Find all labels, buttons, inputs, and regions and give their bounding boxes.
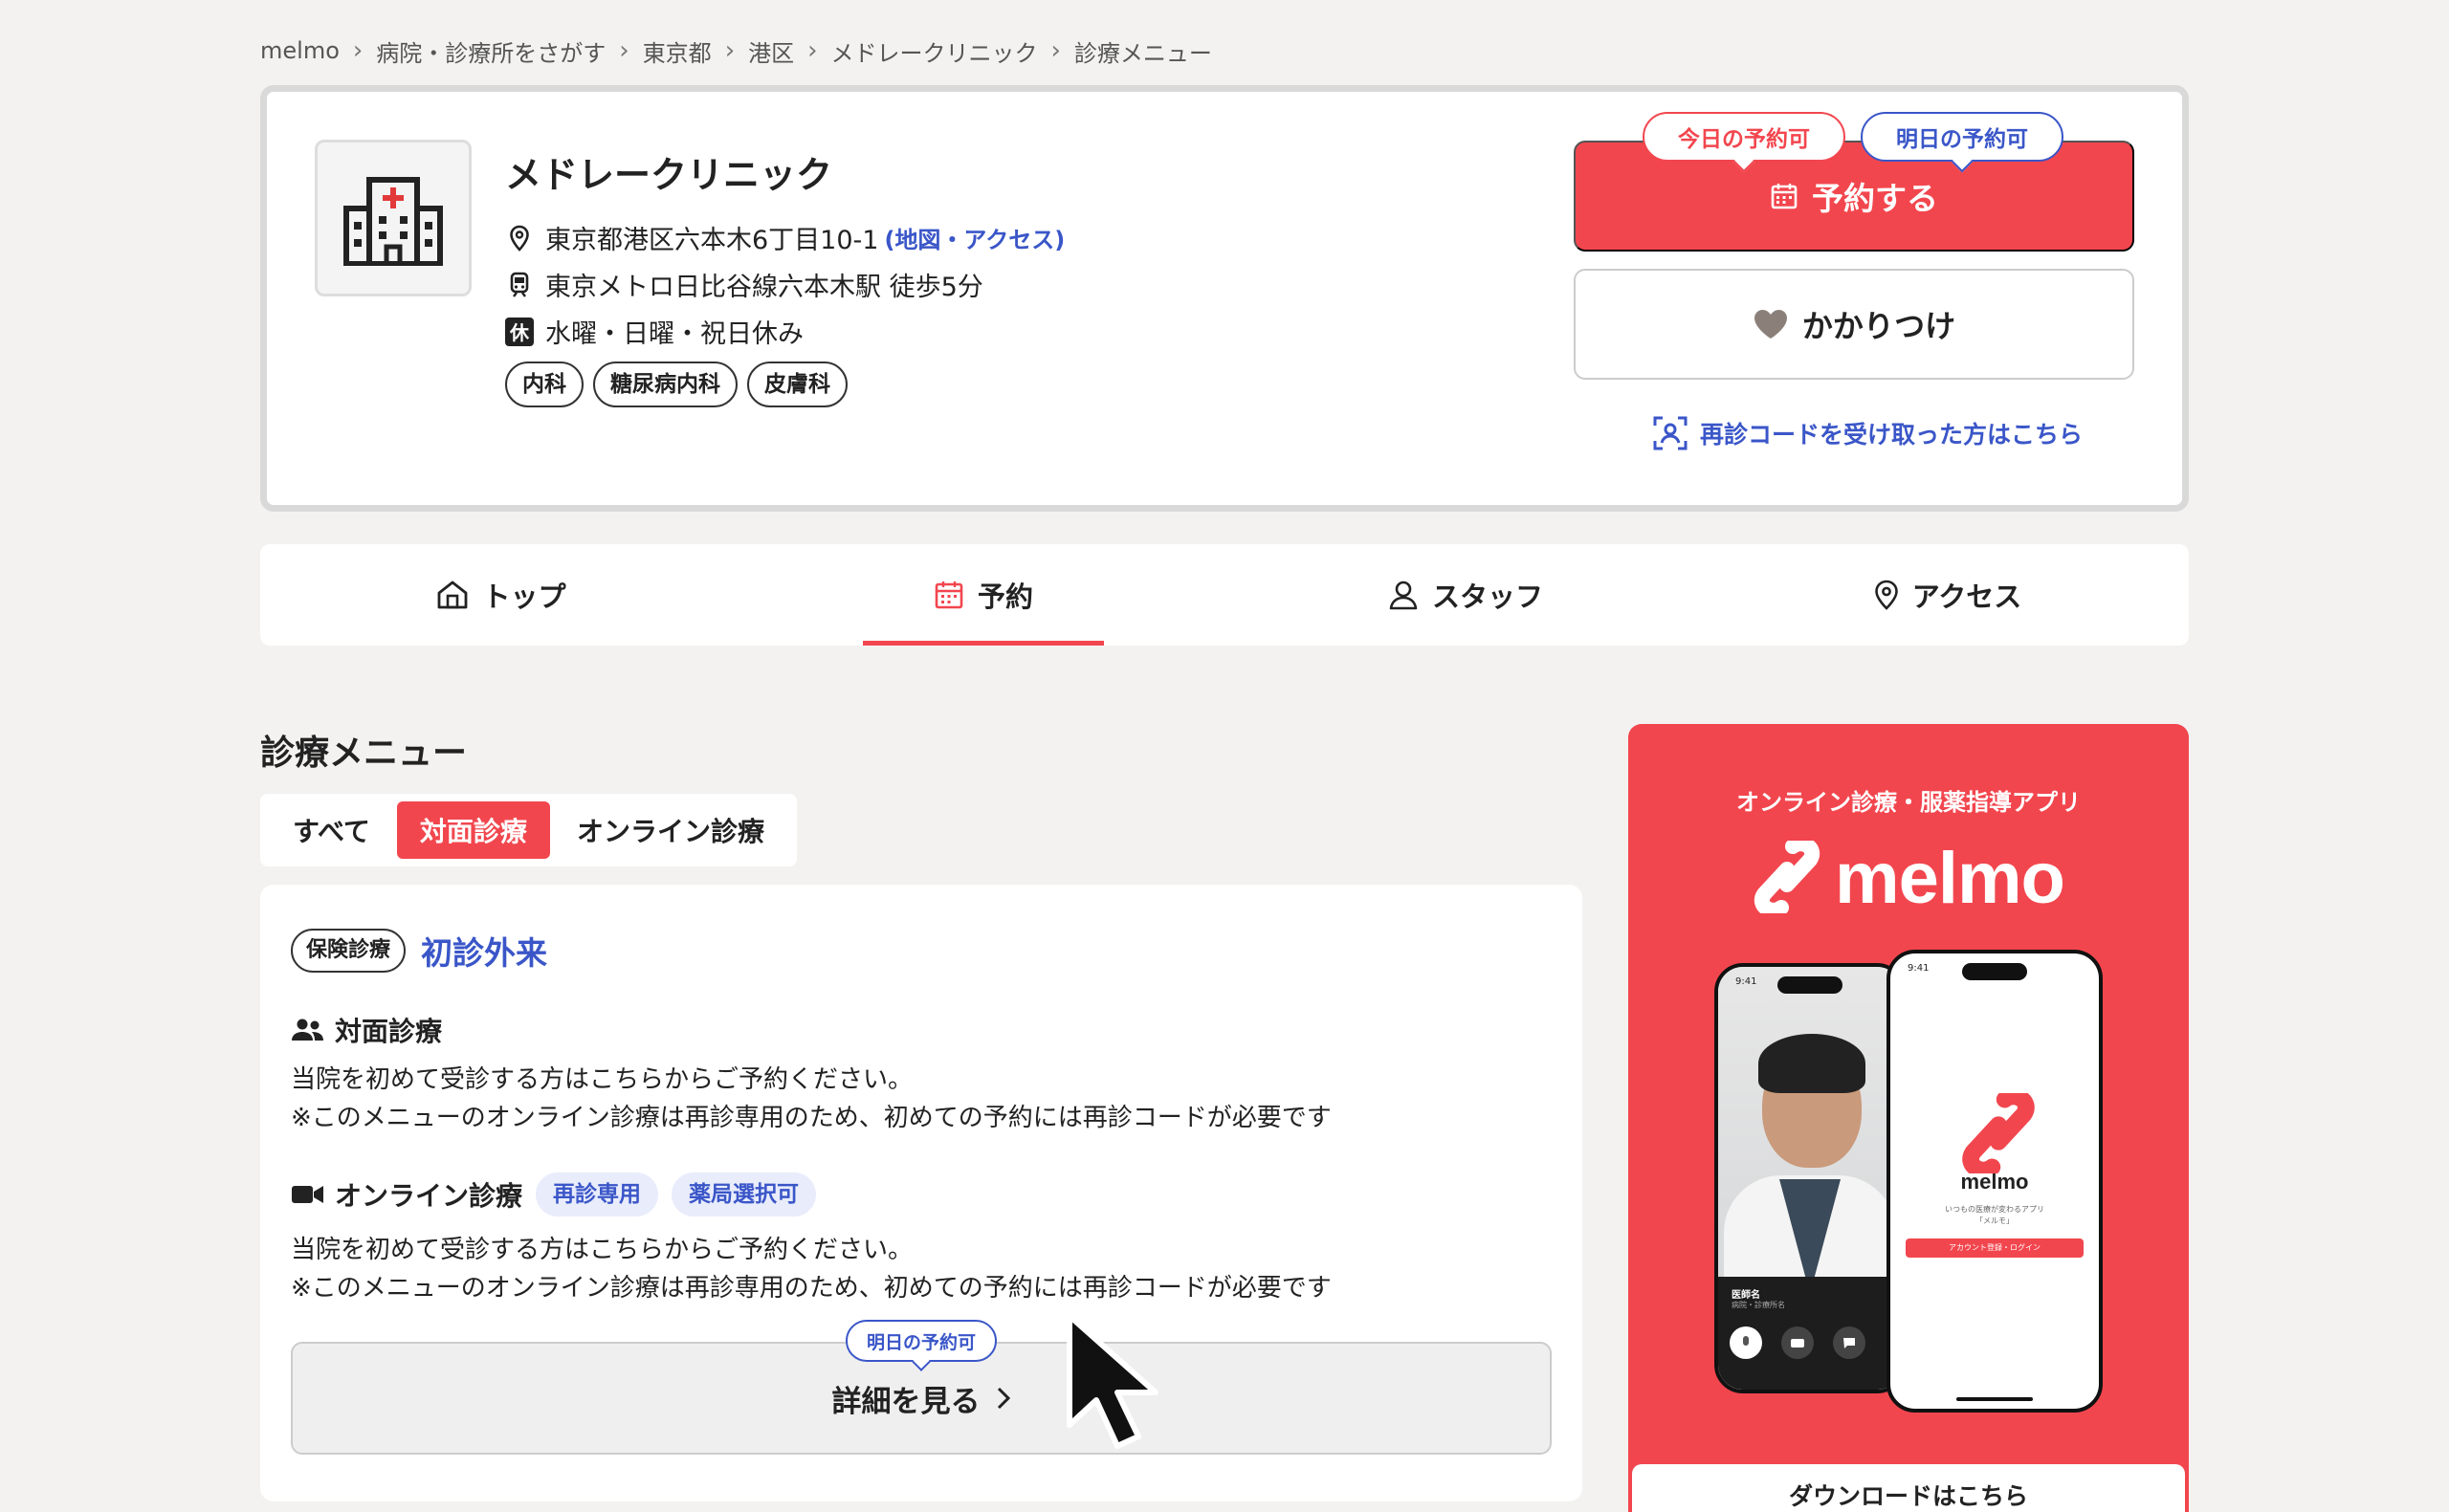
qr-person-icon bbox=[1652, 415, 1688, 451]
person-icon bbox=[1388, 580, 1419, 610]
online-description: 当院を初めて受診する方はこちらからご予約ください。 bbox=[291, 1236, 914, 1264]
filter-online[interactable]: オンライン診療 bbox=[554, 801, 787, 859]
department-tags: 内科 糖尿病内科 皮膚科 bbox=[505, 362, 848, 407]
menu-title[interactable]: 初診外来 bbox=[421, 928, 547, 974]
insurance-tag: 保険診療 bbox=[291, 929, 407, 973]
in-person-heading: 対面診療 bbox=[291, 1011, 442, 1049]
clinic-tabs: トップ 予約 スタッフ アクセス bbox=[260, 544, 2189, 646]
breadcrumb-current: 診療メニュー bbox=[1073, 39, 1212, 67]
chat-icon bbox=[1833, 1326, 1865, 1359]
train-icon bbox=[505, 271, 534, 299]
camera-icon bbox=[1781, 1326, 1814, 1359]
tomorrow-available-badge: 明日の予約可 bbox=[1861, 112, 2063, 162]
clinic-name-label: 病院・診療所名 bbox=[1732, 1301, 1785, 1309]
melmo-wordmark: melmo bbox=[1835, 838, 2065, 919]
tab-staff[interactable]: スタッフ bbox=[1224, 544, 1707, 646]
revisit-code-link-label: 再診コードを受け取った方はこちら bbox=[1700, 421, 2084, 449]
department-tag: 内科 bbox=[505, 362, 584, 407]
menu-card-header: 保険診療 初診外来 bbox=[291, 928, 547, 974]
doctor-name-label: 医師名 bbox=[1732, 1290, 1760, 1301]
call-controls: 医師名 病院・診療所名 bbox=[1718, 1277, 1902, 1390]
clinic-name: メドレークリニック bbox=[505, 154, 833, 196]
chevron-right-icon: › bbox=[619, 36, 629, 65]
pharmacy-selectable-chip: 薬局選択可 bbox=[672, 1172, 817, 1216]
melmo-logo-mark-icon bbox=[1955, 1087, 2041, 1179]
app-login-button: アカウント登録・ログイン bbox=[1906, 1238, 2084, 1258]
tab-label: スタッフ bbox=[1431, 581, 1543, 613]
clinic-address: 東京都港区六本木6丁目10-1 bbox=[545, 226, 879, 255]
tab-label: アクセス bbox=[1911, 581, 2022, 613]
filter-in-person[interactable]: 対面診療 bbox=[396, 801, 550, 859]
online-note: ※このメニューのオンライン診療は再診専用のため、初めての予約には再診コードが必要… bbox=[291, 1274, 1332, 1303]
phone-mockup-video-call: 9:41 医師名 病院・診療所名 bbox=[1714, 963, 1906, 1393]
view-details-label: 詳細を見る bbox=[831, 1384, 981, 1418]
closed-badge: 休 bbox=[505, 317, 534, 346]
video-camera-icon bbox=[291, 1182, 325, 1207]
revisit-only-chip: 再診専用 bbox=[536, 1172, 659, 1216]
breadcrumb-item[interactable]: 東京都 bbox=[643, 34, 712, 68]
download-link[interactable]: ダウンロードはこちら bbox=[1632, 1464, 2185, 1512]
section-title: 診療メニュー bbox=[260, 734, 468, 773]
filter-all[interactable]: すべて bbox=[270, 801, 393, 859]
promo-tagline: オンライン診療・服薬指導アプリ bbox=[1736, 789, 2081, 816]
page: melmo › 病院・診療所をさがす › 東京都 › 港区 › メドレークリニッ… bbox=[0, 0, 2449, 1512]
favorite-button-label: かかりつけ bbox=[1801, 309, 1956, 343]
clinic-station: 東京メトロ日比谷線六本木駅 徒歩5分 bbox=[545, 273, 983, 302]
breadcrumb: melmo › 病院・診療所をさがす › 東京都 › 港区 › メドレークリニッ… bbox=[260, 34, 1212, 67]
people-icon bbox=[291, 1018, 325, 1042]
chevron-right-icon: › bbox=[724, 36, 736, 65]
app-tagline: いつもの医療が変わるアプリ bbox=[1945, 1205, 2044, 1214]
melmo-logo: melmo bbox=[1749, 835, 2065, 920]
tab-label: トップ bbox=[482, 581, 566, 613]
closed-days: 水曜・日曜・祝日休み bbox=[545, 319, 804, 349]
in-person-label: 対面診療 bbox=[335, 1016, 443, 1047]
app-tagline-name: 「メルモ」 bbox=[1975, 1216, 2014, 1225]
home-icon bbox=[436, 580, 469, 610]
menu-filter-segment: すべて 対面診療 オンライン診療 bbox=[260, 794, 797, 866]
microphone-icon bbox=[1730, 1326, 1762, 1359]
phone-mockup-app-home: 9:41 melmo いつもの医療が変わるアプリ 「メルモ」 アカウント登録・ロ… bbox=[1886, 950, 2103, 1413]
favorite-button[interactable]: かかりつけ bbox=[1574, 269, 2134, 380]
chevron-right-icon: › bbox=[352, 36, 364, 65]
breadcrumb-item[interactable]: メドレークリニック bbox=[831, 34, 1038, 68]
chevron-right-icon: › bbox=[1050, 36, 1061, 65]
location-pin-icon bbox=[505, 224, 534, 252]
melmo-logo-mark-icon bbox=[1749, 835, 1825, 918]
tab-top[interactable]: トップ bbox=[260, 544, 742, 646]
online-label: オンライン診療 bbox=[335, 1180, 523, 1212]
map-access-link[interactable]: (地図・アクセス) bbox=[884, 221, 1065, 254]
hospital-building-icon bbox=[315, 140, 472, 296]
online-heading: オンライン診療 再診専用 薬局選択可 bbox=[291, 1172, 817, 1216]
calendar-icon bbox=[1770, 182, 1798, 210]
app-wordmark: melmo bbox=[1960, 1170, 2029, 1194]
closed-days-row: 休 水曜・日曜・祝日休み bbox=[505, 313, 804, 350]
tab-label: 予約 bbox=[977, 581, 1033, 613]
tomorrow-available-badge: 明日の予約可 bbox=[846, 1320, 997, 1362]
phone-time: 9:41 bbox=[1908, 963, 1930, 974]
in-person-note: ※このメニューのオンライン診療は再診専用のため、初めての予約には再診コードが必要… bbox=[291, 1104, 1332, 1132]
chevron-right-icon: › bbox=[807, 36, 818, 65]
today-available-badge: 今日の予約可 bbox=[1643, 112, 1845, 162]
chevron-right-icon bbox=[996, 1385, 1011, 1412]
department-tag: 糖尿病内科 bbox=[593, 362, 738, 407]
breadcrumb-item[interactable]: 病院・診療所をさがす bbox=[376, 34, 606, 68]
breadcrumb-item[interactable]: 港区 bbox=[748, 34, 794, 68]
tab-reserve[interactable]: 予約 bbox=[742, 544, 1224, 646]
tab-access[interactable]: アクセス bbox=[1707, 544, 2189, 646]
heart-icon bbox=[1753, 308, 1789, 340]
reserve-button-label: 予約する bbox=[1812, 181, 1938, 216]
calendar-icon bbox=[934, 580, 964, 610]
revisit-code-link[interactable]: 再診コードを受け取った方はこちら bbox=[1652, 415, 2083, 451]
menu-card: 保険診療 初診外来 対面診療 当院を初めて受診する方はこちらからご予約ください。… bbox=[260, 885, 1582, 1501]
clinic-header-card: メドレークリニック 東京都港区六本木6丁目10-1 (地図・アクセス) 東京メト… bbox=[260, 85, 2189, 512]
phone-time: 9:41 bbox=[1735, 976, 1757, 987]
in-person-description: 当院を初めて受診する方はこちらからご予約ください。 bbox=[291, 1065, 914, 1094]
mouse-cursor-icon bbox=[1062, 1312, 1177, 1459]
app-promo-banner[interactable]: オンライン診療・服薬指導アプリ melmo 9:41 医師名 病院・診療所名 9… bbox=[1628, 724, 2189, 1512]
department-tag: 皮膚科 bbox=[747, 362, 848, 407]
breadcrumb-item[interactable]: melmo bbox=[260, 37, 340, 64]
address-row: 東京都港区六本木6丁目10-1 (地図・アクセス) bbox=[505, 219, 1065, 256]
location-pin-icon bbox=[1874, 580, 1899, 610]
station-row: 東京メトロ日比谷線六本木駅 徒歩5分 bbox=[505, 266, 983, 303]
